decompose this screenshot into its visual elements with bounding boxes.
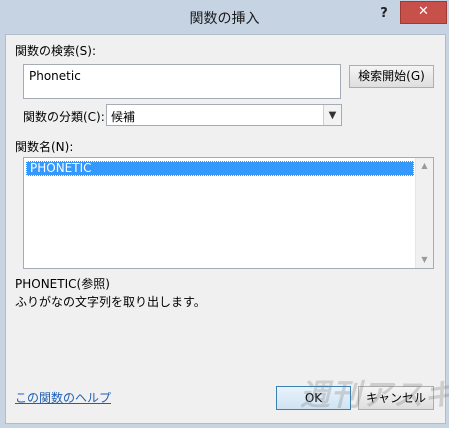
function-description: ふりがなの文字列を取り出します。: [15, 295, 206, 309]
scroll-up-icon[interactable]: ▲: [416, 158, 433, 174]
search-start-button[interactable]: 検索開始(G): [349, 65, 434, 88]
watermark-logo: 週刊アスキー: [300, 378, 449, 413]
search-input[interactable]: Phonetic: [23, 64, 341, 99]
category-select[interactable]: 候補 ▼: [106, 104, 342, 126]
function-list-label: 関数名(N):: [15, 140, 74, 154]
category-label: 関数の分類(C):: [23, 110, 105, 124]
chevron-down-icon[interactable]: ▼: [323, 105, 341, 125]
close-icon: ✕: [418, 4, 429, 19]
function-signature: PHONETIC(参照): [15, 277, 110, 291]
search-label: 関数の検索(S):: [15, 44, 97, 58]
function-help-link[interactable]: この関数のヘルプ: [15, 389, 111, 406]
scroll-down-icon[interactable]: ▼: [416, 252, 433, 268]
search-input-value: Phonetic: [29, 69, 81, 83]
help-button[interactable]: ?: [374, 4, 394, 24]
dialog-body: 関数の検索(S): Phonetic 検索開始(G) 関数の分類(C): 候補 …: [5, 34, 446, 424]
close-button[interactable]: ✕: [400, 1, 447, 24]
function-listbox[interactable]: PHONETIC ▲ ▼: [23, 157, 434, 269]
vertical-scrollbar[interactable]: ▲ ▼: [415, 158, 433, 268]
title-bar[interactable]: 関数の挿入 ? ✕: [0, 0, 449, 34]
category-selected-value: 候補: [111, 110, 136, 124]
list-item[interactable]: PHONETIC: [26, 161, 414, 176]
